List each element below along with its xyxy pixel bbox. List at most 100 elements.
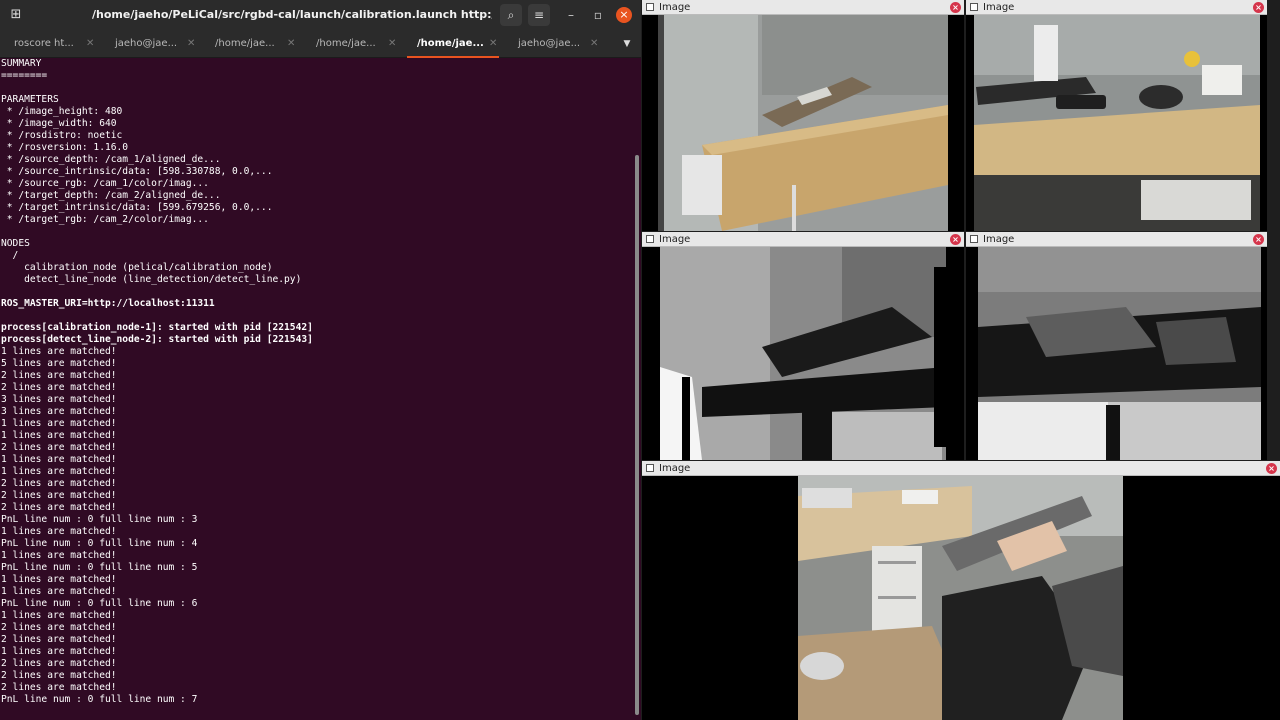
terminal-line: * /rosversion: 1.16.0 [1, 142, 129, 153]
terminal-line: 2 lines are matched! [1, 382, 117, 393]
terminal-line: / [1, 250, 19, 261]
image-window-cam2-rgb[interactable]: Image × [966, 0, 1267, 231]
terminal-line: * /image_width: 640 [1, 118, 117, 129]
terminal-line: 1 lines are matched! [1, 346, 117, 357]
tab-close-icon[interactable]: ✕ [86, 30, 94, 58]
image-view [966, 247, 1267, 460]
terminal-line: 1 lines are matched! [1, 550, 117, 561]
terminal-line: ======== [1, 70, 48, 81]
image-view [966, 15, 1267, 231]
terminal-line: PnL line num : 0 full line num : 3 [1, 514, 198, 525]
terminal-header-bar: ⊞ /home/jaeho/PeLiCal/src/rgbd-cal/launc… [0, 0, 641, 30]
close-icon[interactable]: × [616, 7, 632, 23]
tab-home-active[interactable]: /home/jae... ✕ [403, 30, 503, 58]
terminal-line: 2 lines are matched! [1, 670, 117, 681]
terminal-line: 2 lines are matched! [1, 370, 117, 381]
tab-shell-2[interactable]: jaeho@jae... ✕ [504, 30, 604, 58]
window-icon [970, 235, 978, 243]
terminal-line: * /target_depth: /cam_2/aligned_de... [1, 190, 221, 201]
minimize-icon[interactable]: – [561, 4, 581, 26]
tab-shell-1[interactable]: jaeho@jae... ✕ [101, 30, 201, 58]
tab-label: /home/jae... [215, 38, 275, 49]
image-window-titlebar[interactable]: Image × [966, 232, 1267, 247]
terminal-line: 1 lines are matched! [1, 610, 117, 621]
tab-label: jaeho@jae... [518, 38, 581, 49]
close-icon[interactable]: × [950, 234, 961, 245]
tab-close-icon[interactable]: ✕ [388, 30, 396, 58]
image-window-cam1-rgb[interactable]: Image × [642, 0, 964, 231]
image-window-titlebar[interactable]: Image × [642, 461, 1280, 476]
terminal-line: 1 lines are matched! [1, 466, 117, 477]
image-window-title: Image [983, 234, 1015, 245]
terminal-line: * /source_rgb: /cam_1/color/imag... [1, 178, 209, 189]
target-color-image [642, 476, 1280, 720]
terminal-scrollbar-thumb[interactable] [635, 155, 639, 715]
new-tab-icon[interactable]: ⊞ [5, 4, 27, 26]
terminal-line: 1 lines are matched! [1, 454, 117, 465]
terminal-line: * /target_intrinsic/data: [599.679256, 0… [1, 202, 273, 213]
tab-home-2[interactable]: /home/jae... ✕ [302, 30, 402, 58]
terminal-line: ROS_MASTER_URI=http://localhost:11311 [1, 298, 215, 309]
terminal-line: 1 lines are matched! [1, 574, 117, 585]
tab-roscore[interactable]: roscore ht... ✕ [0, 30, 100, 58]
terminal-line: 2 lines are matched! [1, 634, 117, 645]
tab-close-icon[interactable]: ✕ [489, 30, 497, 58]
tab-label: /home/jae... [417, 38, 484, 49]
image-view [642, 476, 1280, 720]
close-icon[interactable]: × [950, 2, 961, 13]
image-window-title: Image [983, 2, 1015, 13]
close-icon[interactable]: × [1266, 463, 1277, 474]
maximize-icon[interactable]: ▫ [588, 4, 608, 26]
terminal-line: 2 lines are matched! [1, 682, 117, 693]
image-view [642, 247, 964, 460]
terminal-line: 2 lines are matched! [1, 658, 117, 669]
image-window-titlebar[interactable]: Image × [966, 0, 1267, 15]
terminal-line: 5 lines are matched! [1, 358, 117, 369]
tab-home-1[interactable]: /home/jae... ✕ [201, 30, 301, 58]
terminal-line: NODES [1, 238, 30, 249]
image-window-target-view[interactable]: Image × [642, 461, 1280, 720]
terminal-line: 2 lines are matched! [1, 622, 117, 633]
tab-label: /home/jae... [316, 38, 376, 49]
terminal-window[interactable]: ⊞ /home/jaeho/PeLiCal/src/rgbd-cal/launc… [0, 0, 641, 720]
image-window-titlebar[interactable]: Image × [642, 232, 964, 247]
terminal-line: PnL line num : 0 full line num : 7 [1, 694, 198, 705]
window-icon [646, 235, 654, 243]
window-icon [970, 3, 978, 11]
terminal-line: calibration_node (pelical/calibration_no… [1, 262, 273, 273]
tab-label: roscore ht... [14, 38, 74, 49]
terminal-line: 1 lines are matched! [1, 586, 117, 597]
tab-close-icon[interactable]: ✕ [187, 30, 195, 58]
search-icon[interactable]: ⌕ [500, 4, 522, 26]
tab-close-icon[interactable]: ✕ [287, 30, 295, 58]
image-window-titlebar[interactable]: Image × [642, 0, 964, 15]
close-icon[interactable]: × [1253, 2, 1264, 13]
tab-bar: roscore ht... ✕ jaeho@jae... ✕ /home/jae… [0, 30, 641, 58]
image-view [642, 15, 964, 231]
terminal-output[interactable]: SUMMARY ======== PARAMETERS * /image_heigh… [0, 58, 632, 720]
window-icon [646, 464, 654, 472]
image-window-title: Image [659, 463, 691, 474]
tab-label: jaeho@jae... [115, 38, 178, 49]
cam1-color-image [642, 15, 964, 231]
terminal-line: 1 lines are matched! [1, 526, 117, 537]
tab-close-icon[interactable]: ✕ [590, 30, 598, 58]
terminal-line: 2 lines are matched! [1, 442, 117, 453]
terminal-line: * /source_depth: /cam_1/aligned_de... [1, 154, 221, 165]
close-icon[interactable]: × [1253, 234, 1264, 245]
terminal-line: PnL line num : 0 full line num : 5 [1, 562, 198, 573]
terminal-line: 2 lines are matched! [1, 502, 117, 513]
tab-list-dropdown-icon[interactable]: ▼ [620, 30, 634, 58]
image-window-cam2-depth[interactable]: Image × [966, 232, 1267, 460]
terminal-line: 1 lines are matched! [1, 646, 117, 657]
terminal-line: 1 lines are matched! [1, 430, 117, 441]
hamburger-menu-icon[interactable]: ≡ [528, 4, 550, 26]
image-window-title: Image [659, 234, 691, 245]
cam2-color-image [966, 15, 1267, 231]
terminal-line: SUMMARY [1, 58, 42, 69]
image-window-cam1-depth[interactable]: Image × [642, 232, 964, 460]
terminal-line: detect_line_node (line_detection/detect_… [1, 274, 302, 285]
terminal-line: * /source_intrinsic/data: [598.330788, 0… [1, 166, 273, 177]
terminal-line: 1 lines are matched! [1, 418, 117, 429]
